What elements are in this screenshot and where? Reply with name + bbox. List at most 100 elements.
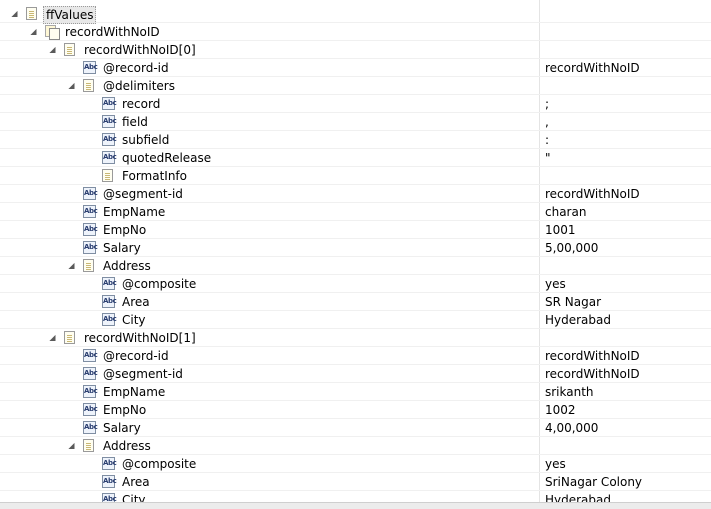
tree-row[interactable]: Area SR Nagar	[0, 293, 711, 311]
tree-row[interactable]: subfield:	[0, 131, 711, 149]
tree-row-value[interactable]: yes	[545, 276, 566, 292]
string-field-icon	[102, 313, 115, 326]
tree-row[interactable]: Salary 5,00,000	[0, 239, 711, 257]
expand-toggle-icon[interactable]: ◢	[67, 81, 76, 90]
expand-toggle-icon[interactable]: ◢	[10, 9, 19, 18]
tree-row-label[interactable]: EmpName	[103, 384, 165, 400]
horizontal-scrollbar[interactable]	[0, 502, 711, 509]
tree-row-value[interactable]: recordWithNoID	[545, 60, 640, 76]
tree-row[interactable]: ◢ recordWithNoID[1]	[0, 329, 711, 347]
tree-row[interactable]: @composite yes	[0, 275, 711, 293]
document-icon	[26, 7, 37, 20]
tree-row-value[interactable]: yes	[545, 456, 566, 472]
tree-row[interactable]: ◢ @delimiters	[0, 77, 711, 95]
expand-toggle-icon[interactable]: ◢	[67, 261, 76, 270]
string-field-icon	[102, 151, 115, 164]
tree-row[interactable]: ◢ Address	[0, 437, 711, 455]
tree-row-label[interactable]: record	[122, 96, 160, 112]
tree-row-value[interactable]: Hyderabad	[545, 492, 611, 502]
tree-row[interactable]: EmpNo 1001	[0, 221, 711, 239]
tree-row-label[interactable]: City	[122, 312, 146, 328]
string-field-icon	[83, 205, 96, 218]
tree-row[interactable]: EmpNo 1002	[0, 401, 711, 419]
tree-row-label[interactable]: ffValues	[43, 6, 97, 24]
tree-row-value[interactable]: "	[545, 150, 551, 166]
tree-row-value[interactable]: recordWithNoID	[545, 366, 640, 382]
tree-row-label[interactable]: Area	[122, 474, 150, 490]
tree-row-value[interactable]: 1002	[545, 402, 576, 418]
tree-row-label[interactable]: Address	[103, 438, 151, 454]
tree-row-label[interactable]: Salary	[103, 240, 141, 256]
tree-row[interactable]: @composite yes	[0, 455, 711, 473]
tree-row-label[interactable]: @delimiters	[103, 78, 175, 94]
expand-toggle-icon[interactable]: ◢	[67, 441, 76, 450]
tree-row-label[interactable]: EmpName	[103, 204, 165, 220]
tree-row-value[interactable]: 1001	[545, 222, 576, 238]
tree-row-value[interactable]: 5,00,000	[545, 240, 598, 256]
tree-row-label[interactable]: recordWithNoID	[65, 24, 160, 40]
tree-row[interactable]: ◢ recordWithNoID[0]	[0, 41, 711, 59]
tree-row-label[interactable]: recordWithNoID[0]	[84, 42, 196, 58]
tree-row-value[interactable]: recordWithNoID	[545, 186, 640, 202]
tree-row-label[interactable]: subfield	[122, 132, 169, 148]
tree-row-label[interactable]: recordWithNoID[1]	[84, 330, 196, 346]
tree-row-label[interactable]: @composite	[122, 456, 196, 472]
string-field-icon	[102, 277, 115, 290]
tree-row-label[interactable]: @segment-id	[103, 186, 183, 202]
tree-row-label[interactable]: EmpNo	[103, 402, 146, 418]
tree-row[interactable]: EmpName charan	[0, 203, 711, 221]
tree-row-label[interactable]: @segment-id	[103, 366, 183, 382]
tree-row-value[interactable]: srikanth	[545, 384, 594, 400]
expand-toggle-icon[interactable]: ◢	[48, 333, 57, 342]
tree-row-value[interactable]: charan	[545, 204, 586, 220]
document-icon	[64, 331, 75, 344]
tree-row-value[interactable]: SR Nagar	[545, 294, 601, 310]
string-field-icon	[83, 241, 96, 254]
tree-row-value[interactable]: ,	[545, 114, 549, 130]
tree-row[interactable]: ◢ ffValues	[0, 5, 711, 24]
expand-toggle-icon[interactable]: ◢	[48, 45, 57, 54]
tree-row[interactable]: ◢ recordWithNoID	[0, 23, 711, 41]
tree-row-label[interactable]: @composite	[122, 276, 196, 292]
tree-row[interactable]: City Hyderabad	[0, 491, 711, 502]
tree-row-value[interactable]: ;	[545, 96, 549, 112]
results-tree[interactable]: ◢ ffValues ◢ recordWithNoID ◢ recordWithNoID[…	[0, 0, 711, 502]
tree-row-label[interactable]: Area	[122, 294, 150, 310]
document-icon	[102, 169, 113, 182]
document-icon	[83, 439, 94, 452]
string-field-icon	[102, 133, 115, 146]
tree-row-label[interactable]: Salary	[103, 420, 141, 436]
tree-row-value[interactable]: Hyderabad	[545, 312, 611, 328]
document-list-icon	[45, 25, 60, 40]
tree-row[interactable]: @record-id recordWithNoID	[0, 59, 711, 77]
tree-row-label[interactable]: Address	[103, 258, 151, 274]
tree-row[interactable]: ◢ Address	[0, 257, 711, 275]
tree-row[interactable]: record;	[0, 95, 711, 113]
string-field-icon	[83, 367, 96, 380]
tree-row-label[interactable]: quotedRelease	[122, 150, 211, 166]
tree-row-value[interactable]: :	[545, 132, 549, 148]
expand-toggle-icon[interactable]: ◢	[29, 27, 38, 36]
tree-row[interactable]: City Hyderabad	[0, 311, 711, 329]
tree-row[interactable]: @record-id recordWithNoID	[0, 347, 711, 365]
tree-row-value[interactable]: 4,00,000	[545, 420, 598, 436]
tree-row-label[interactable]: @record-id	[103, 348, 169, 364]
tree-row-label[interactable]: FormatInfo	[122, 168, 187, 184]
document-icon	[64, 43, 75, 56]
tree-row[interactable]: field,	[0, 113, 711, 131]
tree-row-label[interactable]: field	[122, 114, 148, 130]
tree-row-label[interactable]: EmpNo	[103, 222, 146, 238]
string-field-icon	[83, 421, 96, 434]
tree-row-value[interactable]: recordWithNoID	[545, 348, 640, 364]
tree-row-label[interactable]: City	[122, 492, 146, 502]
tree-row[interactable]: Area SriNagar Colony	[0, 473, 711, 491]
tree-row[interactable]: FormatInfo	[0, 167, 711, 185]
tree-row[interactable]: @segment-id recordWithNoID	[0, 185, 711, 203]
tree-row-label[interactable]: @record-id	[103, 60, 169, 76]
tree-row-value[interactable]: SriNagar Colony	[545, 474, 642, 490]
tree-row[interactable]: EmpName srikanth	[0, 383, 711, 401]
tree-row[interactable]: quotedRelease "	[0, 149, 711, 167]
string-field-icon	[83, 61, 96, 74]
tree-row[interactable]: Salary 4,00,000	[0, 419, 711, 437]
tree-row[interactable]: @segment-id recordWithNoID	[0, 365, 711, 383]
